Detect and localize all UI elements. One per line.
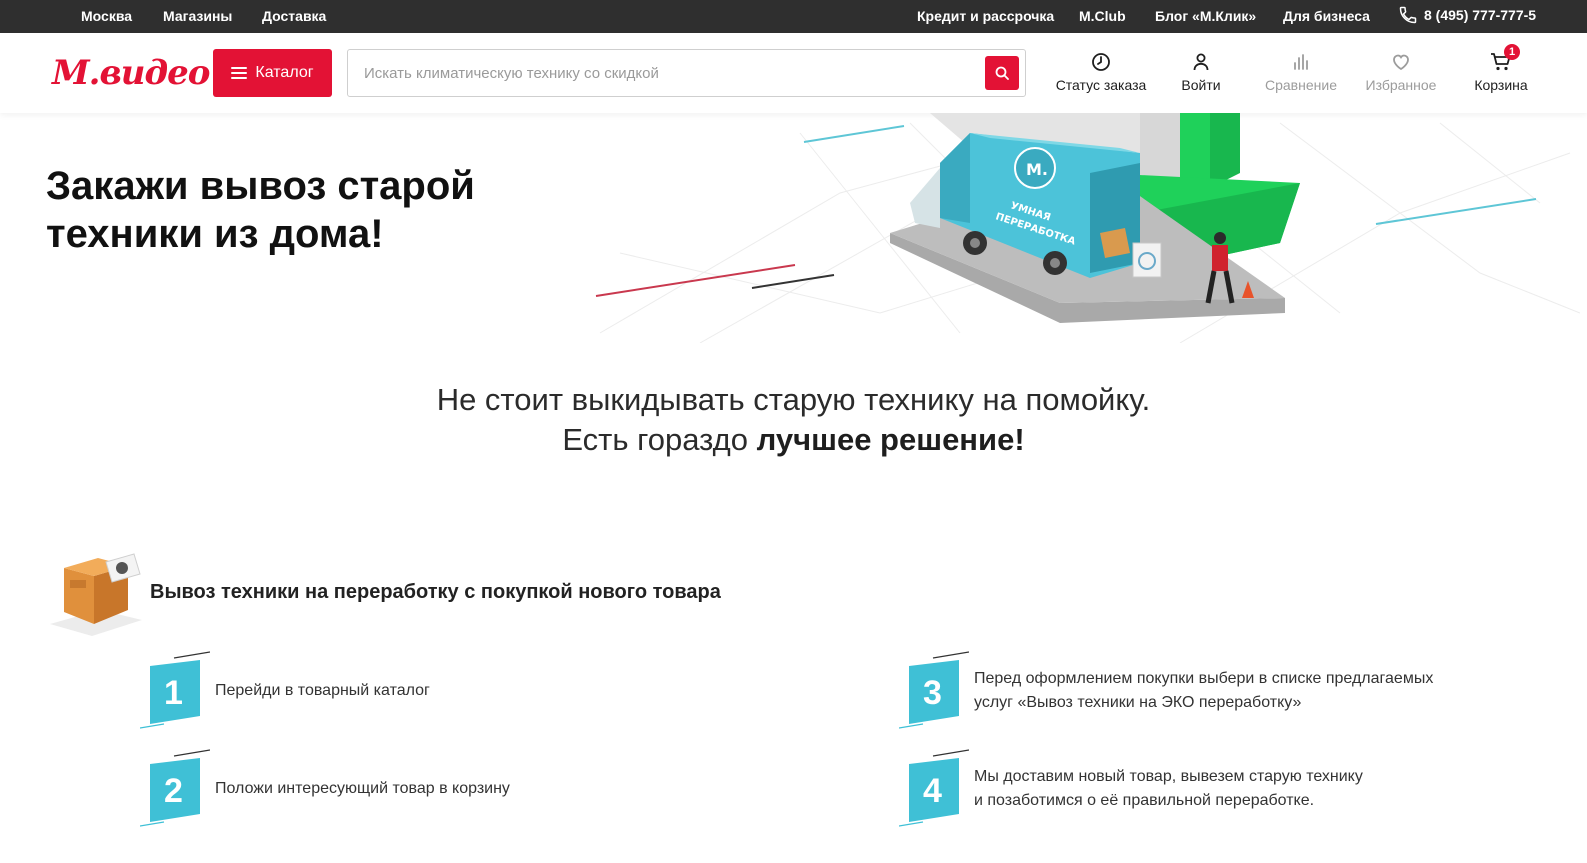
cart-label: Корзина xyxy=(1474,77,1528,93)
login-label: Войти xyxy=(1181,77,1221,93)
order-status-label: Статус заказа xyxy=(1055,77,1147,93)
step-3-text: Перед оформлением покупки выбери в списк… xyxy=(974,667,1433,715)
credit-link[interactable]: Кредит и рассрочка xyxy=(917,8,1054,24)
search-box xyxy=(347,49,1026,97)
search-button[interactable] xyxy=(985,56,1019,90)
step-3-text-line2: услуг «Вывоз техники на ЭКО переработку» xyxy=(974,694,1302,711)
step-3: 3 Перед оформлением покупки выбери в спи… xyxy=(899,650,1433,732)
mclub-link[interactable]: M.Club xyxy=(1079,8,1126,24)
step-1-number-badge: 1 xyxy=(140,651,210,729)
hero-title-line1: Закажи вывоз старой xyxy=(46,164,475,208)
business-link[interactable]: Для бизнеса xyxy=(1283,8,1370,24)
top-bar: Москва Магазины Доставка Кредит и рассро… xyxy=(0,0,1587,33)
cart-count-badge: 1 xyxy=(1504,44,1520,60)
search-input[interactable] xyxy=(364,50,974,96)
phone-icon xyxy=(1399,6,1417,24)
step-1-number: 1 xyxy=(164,674,183,712)
hero-title: Закажи вывоз старой техники из дома! xyxy=(46,162,475,258)
step-4-text-line1: Мы доставим новый товар, вывезем старую … xyxy=(974,768,1363,785)
heart-icon xyxy=(1393,54,1409,71)
compare-button[interactable]: Сравнение xyxy=(1246,51,1356,93)
cardboard-box-icon xyxy=(50,553,142,636)
step-1-text: Перейди в товарный каталог xyxy=(215,682,430,699)
favorites-button[interactable]: Избранное xyxy=(1346,51,1456,93)
menu-icon xyxy=(231,67,248,79)
hero-title-line2: техники из дома! xyxy=(46,212,384,256)
clock-icon xyxy=(1092,53,1110,71)
step-3-text-line1: Перед оформлением покупки выбери в списк… xyxy=(974,670,1434,687)
step-4-text: Мы доставим новый товар, вывезем старую … xyxy=(974,765,1363,813)
header: М.видео Каталог Статус заказа xyxy=(0,33,1587,113)
catalog-label: Каталог xyxy=(255,64,314,81)
step-2-number: 2 xyxy=(164,772,183,810)
lead-line2: Есть гораздо лучшее решение! xyxy=(0,420,1587,460)
city-link[interactable]: Москва xyxy=(81,8,132,24)
section-title: Вывоз техники на переработку с покупкой … xyxy=(150,581,721,603)
mvideo-logo[interactable]: М.видео xyxy=(52,53,210,93)
user-icon xyxy=(1193,53,1209,71)
catalog-button[interactable]: Каталог xyxy=(213,49,332,97)
compare-icon xyxy=(1294,54,1308,70)
step-3-number-badge: 3 xyxy=(899,651,969,729)
lead-line2-bold: лучшее решение! xyxy=(756,422,1025,457)
step-1: 1 Перейди в товарный каталог xyxy=(140,650,430,732)
delivery-link[interactable]: Доставка xyxy=(262,8,326,24)
stores-link[interactable]: Магазины xyxy=(163,8,232,24)
order-status-button[interactable]: Статус заказа xyxy=(1046,51,1156,93)
step-2: 2 Положи интересующий товар в корзину xyxy=(140,748,510,830)
lead-line2-prefix: Есть гораздо xyxy=(562,422,757,457)
step-4: 4 Мы доставим новый товар, вывезем стару… xyxy=(899,748,1363,830)
lead-text: Не стоит выкидывать старую технику на по… xyxy=(0,380,1587,460)
step-3-number: 3 xyxy=(923,674,942,712)
step-2-number-badge: 2 xyxy=(140,749,210,827)
recycling-truck-illustration: М. УМНАЯ ПЕРЕРАБОТКА xyxy=(595,113,1580,343)
step-4-number-badge: 4 xyxy=(899,749,969,827)
cart-button[interactable]: 1 Корзина xyxy=(1446,44,1556,93)
step-4-text-line2: и позаботимся о её правильной переработк… xyxy=(974,792,1315,809)
truck-brand-text: М. xyxy=(1026,160,1048,179)
step-4-number: 4 xyxy=(923,772,942,810)
login-button[interactable]: Войти xyxy=(1146,51,1256,93)
favorites-label: Избранное xyxy=(1365,77,1437,93)
search-icon xyxy=(995,66,1009,80)
phone-link[interactable]: 8 (495) 777-777-5 xyxy=(1398,5,1536,25)
lead-line1: Не стоит выкидывать старую технику на по… xyxy=(436,382,1151,417)
blog-link[interactable]: Блог «М.Клик» xyxy=(1155,8,1256,24)
step-2-text: Положи интересующий товар в корзину xyxy=(215,780,510,797)
compare-label: Сравнение xyxy=(1265,77,1337,93)
phone-number: 8 (495) 777-777-5 xyxy=(1424,7,1537,23)
